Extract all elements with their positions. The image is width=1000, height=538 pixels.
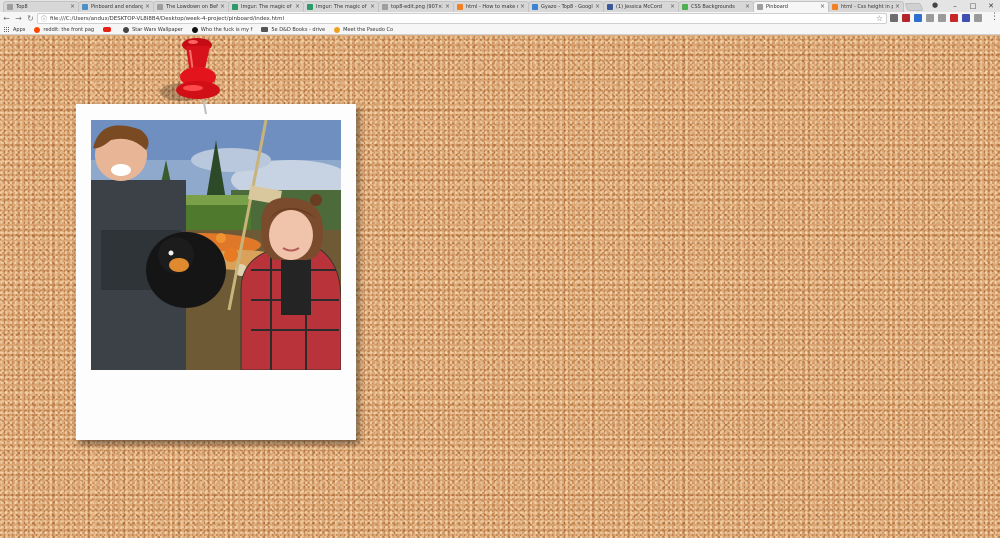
tab-close-icon[interactable]: × [595,4,600,10]
tab-favicon-icon [307,4,313,10]
tab-title: (1) Jessica McCord [616,4,662,10]
tab-9[interactable]: (1) Jessica McCord × [603,1,679,12]
tab-title: CSS Backgrounds [691,4,735,10]
tab-title: Pinboard [766,4,788,10]
bookmarks-bar: Apps reddit: the front pag Star Wars Wallp… [0,25,1000,35]
tab-favicon-icon [607,4,613,10]
extension-iq-icon[interactable] [962,14,970,22]
tab-favicon-icon [832,4,838,10]
tab-close-icon[interactable]: × [820,4,825,10]
new-tab-button[interactable] [904,3,924,11]
maximize-button[interactable]: □ [964,0,982,12]
tab-11[interactable]: Pinboard × [753,1,829,12]
bookmark-item[interactable]: Who the fuck is my f [191,26,253,33]
reddit-icon [34,26,41,33]
tab-strip: Top8×Pinboard and endangere×The Lowdown … [0,0,1000,12]
tab-favicon-icon [232,4,238,10]
menu-kebab-icon[interactable]: ⋮ [990,12,999,22]
tab-title: The Lowdown on Befor [166,4,218,10]
extension-cast-icon[interactable] [890,14,898,22]
bookmark-item[interactable]: Meet the Pseudo Co [334,26,394,33]
tab-favicon-icon [157,4,163,10]
polaroid-photo [91,120,341,370]
tab-title: html - How to make div [466,4,518,10]
tab-title: Pinboard and endangere [91,4,143,10]
tab-6[interactable]: top8-edit.png (907×383)× [378,1,454,12]
tab-4[interactable]: Imgur: The magic of the× [228,1,304,12]
window-controls: – □ ✕ [946,0,1000,12]
tab-5[interactable]: Imgur: The magic of the× [303,1,379,12]
tab-favicon-icon [682,4,688,10]
extension-grey-icon[interactable] [926,14,934,22]
bookmark-dot-icon [191,26,198,33]
extension-blue-icon[interactable] [914,14,922,22]
tab-close-icon[interactable]: × [670,4,675,10]
tab-title: Imgur: The magic of the [241,4,293,10]
tab-close-icon[interactable]: × [220,4,225,10]
star-wars-icon [123,26,130,33]
push-pin-icon [160,38,220,115]
address-bar[interactable]: ⓘ file:///C:/Users/andux/DESKTOP-VL8I8B4… [37,13,887,24]
bookmark-label: Meet the Pseudo Co [343,26,394,33]
tab-favicon-icon [82,4,88,10]
tab-10[interactable]: CSS Backgrounds × [678,1,754,12]
extensions-bar [890,14,986,22]
tab-close-icon[interactable]: × [445,4,450,10]
tab-close-icon[interactable]: × [370,4,375,10]
tab-close-icon[interactable]: × [520,4,525,10]
bookmark-label: 5e D&D Books - drive [271,26,326,33]
bookmark-label: Who the fuck is my f [200,26,253,33]
polaroid-card [76,104,356,440]
tab-title: Imgur: The magic of the [316,4,368,10]
address-url: file:///C:/Users/andux/DESKTOP-VL8I8B4/D… [50,15,285,22]
tab-favicon-icon [532,4,538,10]
tab-2[interactable]: Pinboard and endangere× [78,1,154,12]
tab-favicon-icon [382,4,388,10]
tab-close-icon[interactable]: × [70,4,75,10]
tab-favicon-icon [457,4,463,10]
bookmark-item[interactable]: 5e D&D Books - drive [261,27,325,33]
minimize-button[interactable]: – [946,0,964,12]
tab-favicon-icon [7,4,13,10]
tab-close-icon[interactable]: × [895,4,900,10]
forward-button[interactable]: → [13,13,24,24]
extension-shield-icon[interactable] [902,14,910,22]
bookmark-label: Star Wars Wallpaper [132,26,183,33]
close-window-button[interactable]: ✕ [982,0,1000,12]
tab-12[interactable]: html - Css height in perc× [828,1,904,12]
youtube-icon [103,27,112,32]
extension-red-icon[interactable] [950,14,958,22]
tab-1[interactable]: Top8 × [3,1,79,12]
tab-favicon-icon [757,4,763,10]
bookmark-item[interactable] [103,27,114,32]
tab-close-icon[interactable]: × [745,4,750,10]
tab-title: top8-edit.png (907×383) [391,4,443,10]
browser-toolbar: ← → ↻ ⓘ file:///C:/Users/andux/DESKTOP-V… [0,12,1000,25]
tab-title: Gyazo - Top8 - Google [541,4,593,10]
tab-3[interactable]: The Lowdown on Befor × [153,1,229,12]
sparkle-icon [334,26,341,33]
bookmark-label: reddit: the front pag [43,26,95,33]
tab-7[interactable]: html - How to make div× [453,1,529,12]
reload-button[interactable]: ↻ [25,13,36,24]
tab-close-icon[interactable]: × [145,4,150,10]
bookmark-item[interactable]: Apps [4,26,26,33]
tab-title: Top8 [16,4,28,10]
bookmark-item[interactable]: reddit: the front pag [34,26,95,33]
back-button[interactable]: ← [1,13,12,24]
tab-8[interactable]: Gyazo - Top8 - Google × [528,1,604,12]
bookmark-label: Apps [13,26,26,33]
extension-grey2-icon[interactable] [938,14,946,22]
tab-title: html - Css height in perc [841,4,893,10]
tab-close-icon[interactable]: × [295,4,300,10]
extension-grey3-icon[interactable] [974,14,982,22]
bookmark-item[interactable]: Star Wars Wallpaper [123,26,183,33]
corkboard [0,36,1000,538]
apps-grid-icon [4,26,10,33]
bookmark-star-icon[interactable]: ☆ [876,14,883,23]
profile-icon[interactable]: ● [931,1,939,10]
folder-icon [261,27,269,32]
page-info-icon[interactable]: ⓘ [41,14,47,23]
